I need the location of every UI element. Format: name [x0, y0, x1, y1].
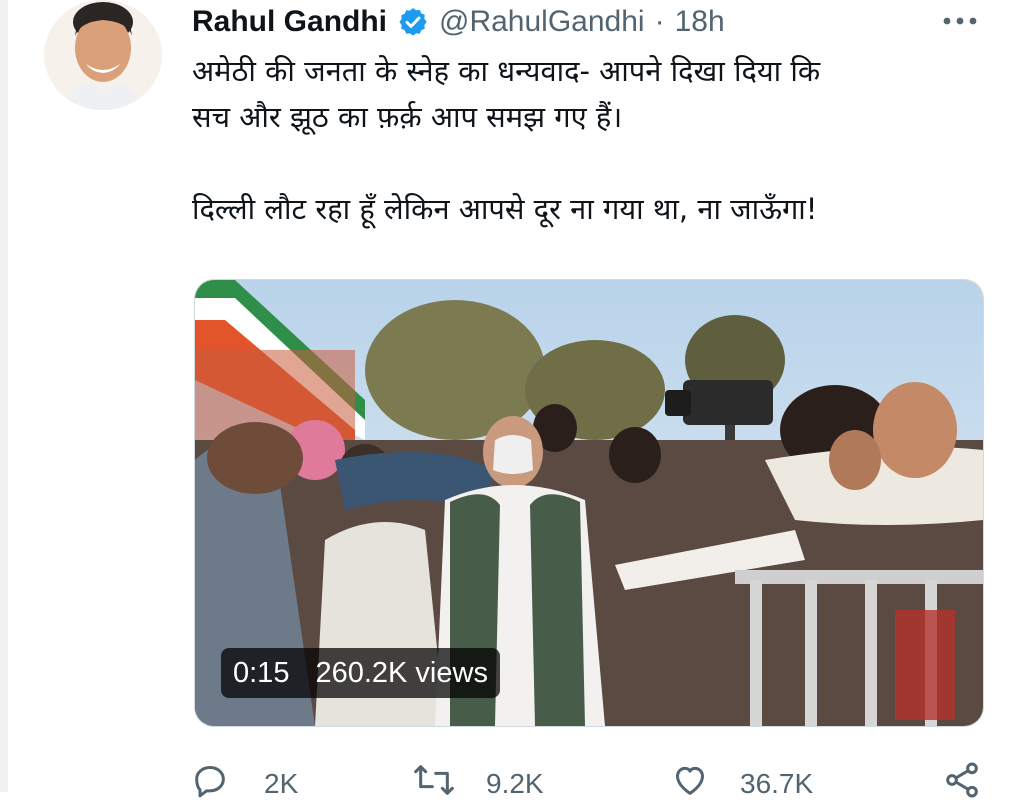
share-icon: [942, 760, 982, 807]
verified-badge-icon: [397, 6, 429, 38]
heart-icon: [670, 760, 710, 807]
tweet-line: दिल्ली लौट रहा हूँ लेकिन आपसे दूर ना गया…: [192, 192, 818, 226]
retweet-count: 9.2K: [486, 767, 544, 799]
header-separator: ·: [654, 5, 665, 38]
video-info-overlay: 0:15 260.2K views: [221, 648, 500, 698]
tweet-line: अमेठी की जनता के स्नेह का धन्यवाद- आपने …: [192, 54, 821, 88]
reply-button[interactable]: 2K: [190, 760, 298, 807]
tweet-text: अमेठी की जनता के स्नेह का धन्यवाद- आपने …: [192, 48, 992, 232]
video-duration: 0:15: [233, 656, 290, 689]
action-bar: 2K 9.2K 36.7K: [190, 760, 990, 800]
reply-count: 2K: [264, 767, 299, 799]
timeline-border: [0, 0, 8, 792]
video-views: 260.2K views: [315, 656, 488, 689]
author-handle[interactable]: @RahulGandhi: [439, 5, 645, 39]
video-player[interactable]: 0:15 260.2K views: [194, 279, 984, 727]
tweet-line: सच और झूठ का फ़र्क़ आप समझ गए हैं।: [192, 100, 623, 134]
author-name[interactable]: Rahul Gandhi: [192, 5, 387, 39]
tweet-timestamp[interactable]: 18h: [675, 5, 725, 39]
retweet-icon: [412, 760, 456, 807]
reply-icon: [190, 760, 230, 807]
like-button[interactable]: 36.7K: [670, 760, 813, 807]
tweet-header: Rahul Gandhi @RahulGandhi · 18h: [192, 2, 725, 42]
tweet-card[interactable]: Rahul Gandhi @RahulGandhi · 18h अमेठी की…: [0, 0, 1024, 799]
like-count: 36.7K: [740, 767, 814, 799]
avatar-photo: [44, 0, 162, 110]
share-button[interactable]: [942, 760, 982, 807]
retweet-button[interactable]: 9.2K: [412, 760, 544, 807]
more-options-icon[interactable]: [938, 4, 982, 38]
avatar[interactable]: [44, 0, 162, 110]
